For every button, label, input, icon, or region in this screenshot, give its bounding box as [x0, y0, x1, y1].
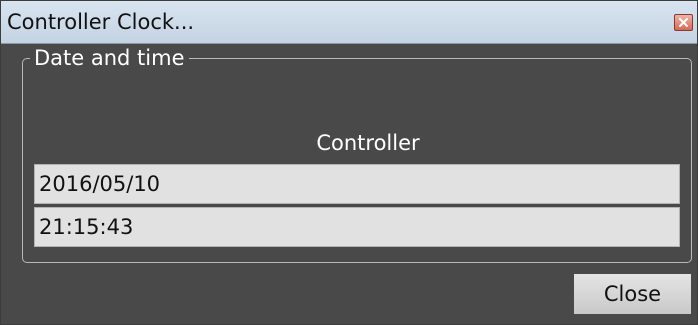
close-button[interactable]: Close — [573, 273, 692, 315]
controller-column-header: Controller — [316, 131, 420, 155]
close-icon[interactable] — [674, 14, 693, 31]
window-title: Controller Clock... — [7, 10, 195, 34]
close-x-glyph — [679, 18, 688, 27]
controller-time-field[interactable]: 21:15:43 — [34, 207, 680, 247]
controller-date-field[interactable]: 2016/05/10 — [34, 164, 680, 204]
title-bar[interactable]: Controller Clock... — [1, 1, 697, 44]
groupbox-legend: Date and time — [30, 46, 189, 70]
